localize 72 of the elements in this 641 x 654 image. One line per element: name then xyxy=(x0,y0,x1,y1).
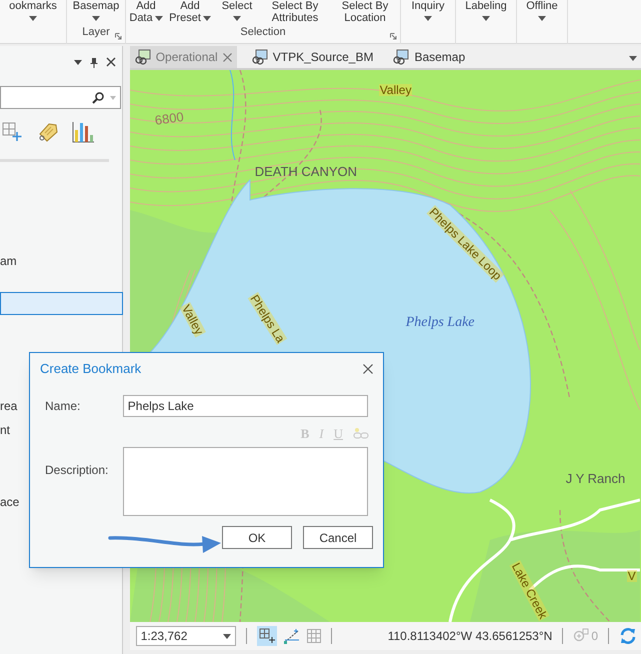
button-label: Select xyxy=(222,0,252,12)
map-label: Valley xyxy=(378,84,412,96)
button-label: Offline xyxy=(526,0,558,12)
caret-icon[interactable] xyxy=(92,16,100,20)
search-field[interactable] xyxy=(0,86,121,109)
add-grid-icon[interactable] xyxy=(2,122,22,142)
caret-icon[interactable] xyxy=(154,16,163,20)
dialog-launcher-icon[interactable] xyxy=(115,33,122,40)
caret-icon[interactable] xyxy=(424,16,432,20)
caret-icon[interactable] xyxy=(29,16,37,20)
button-label: ookmarks xyxy=(9,0,57,12)
map-link-icon xyxy=(393,49,410,65)
button-label: Attributes xyxy=(272,12,318,24)
button-label: Basemap xyxy=(72,0,120,12)
name-input-field[interactable]: Phelps Lake xyxy=(122,395,368,417)
selected-list-row[interactable] xyxy=(0,292,123,315)
dropdown-icon[interactable] xyxy=(74,60,82,64)
coordinates-text: 110.8113402°W 43.6561253°N xyxy=(388,628,552,645)
button-label: Add xyxy=(180,0,200,12)
caret-icon[interactable] xyxy=(538,16,546,20)
dialog-button[interactable]: Cancel xyxy=(303,526,373,549)
map-label: DEATH CANYON xyxy=(254,165,358,178)
button-label: Labeling xyxy=(465,0,507,12)
button-label: Select By xyxy=(342,0,388,12)
button-label: Data xyxy=(129,12,153,24)
caret-icon[interactable] xyxy=(233,16,241,20)
map-link-icon xyxy=(134,49,151,65)
description-input-field[interactable] xyxy=(122,447,368,516)
ribbon-button[interactable]: ookmarks xyxy=(0,0,66,24)
caret-icon[interactable] xyxy=(482,16,490,20)
group-label: Selection xyxy=(240,25,286,40)
ribbon-button[interactable]: Select xyxy=(214,0,260,24)
dialog-title: Create Bookmark xyxy=(40,360,142,378)
tab-list-icon[interactable] xyxy=(629,56,637,61)
map-label: Phelps Lake xyxy=(406,316,475,330)
ribbon-button[interactable]: Basemap xyxy=(67,0,125,24)
scale-dropdown[interactable]: 1:23,762 xyxy=(136,626,236,646)
group-label: Layer xyxy=(82,25,110,40)
field-label: Description: xyxy=(45,462,110,479)
map-tab[interactable]: VTPK_Source_BM xyxy=(246,46,378,68)
dialog-launcher-icon[interactable] xyxy=(390,33,397,40)
ribbon-button[interactable]: Select By Location xyxy=(330,0,400,24)
button-label: Location xyxy=(344,12,386,24)
dropdown-icon[interactable] xyxy=(222,634,231,638)
map-label: J Y Ranch xyxy=(566,472,626,485)
close-icon[interactable] xyxy=(106,57,116,67)
button-label: Preset xyxy=(169,12,201,24)
grid-snap-toggle[interactable] xyxy=(256,626,277,646)
dialog-button[interactable]: OK xyxy=(222,526,292,549)
button-label: Select By xyxy=(272,0,318,12)
ribbon-button[interactable]: Add Data xyxy=(126,0,166,24)
bar-chart-icon[interactable] xyxy=(72,121,94,143)
ribbon-button[interactable]: Select By Attributes xyxy=(260,0,330,24)
map-label: V xyxy=(626,570,637,582)
button-label: Inquiry xyxy=(411,0,445,12)
caret-icon[interactable] xyxy=(202,16,211,20)
snapping-icon[interactable] xyxy=(282,628,301,644)
pin-icon[interactable] xyxy=(90,56,98,68)
ribbon-button[interactable]: Inquiry xyxy=(401,0,455,24)
selection-count: 0 xyxy=(591,628,598,645)
refresh-icon[interactable] xyxy=(619,627,637,645)
ribbon-button[interactable]: Labeling xyxy=(456,0,516,24)
ribbon-button[interactable]: Offline xyxy=(517,0,567,24)
ribbon-button[interactable]: Add Preset xyxy=(166,0,214,24)
list-item-text[interactable]: am xyxy=(0,249,123,272)
close-icon[interactable] xyxy=(363,364,373,374)
map-tab[interactable]: Basemap xyxy=(388,46,470,68)
search-icon[interactable] xyxy=(92,92,104,104)
button-label: Add xyxy=(136,0,156,12)
map-label: 6800 xyxy=(154,110,184,127)
field-label: Name: xyxy=(45,398,82,415)
map-link-icon xyxy=(252,49,268,65)
